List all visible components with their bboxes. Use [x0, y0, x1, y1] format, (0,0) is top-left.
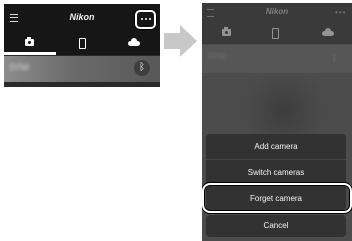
- tab-camera: [202, 22, 252, 44]
- tab-cloud[interactable]: [108, 32, 160, 55]
- bluetooth-icon: ᛒ: [332, 53, 338, 63]
- selection-highlight: [202, 183, 352, 213]
- top-bar: Nikon: [4, 4, 160, 32]
- switch-cameras-button[interactable]: Switch cameras: [206, 159, 346, 185]
- smartphone-icon: [272, 28, 279, 39]
- app-screen-before: Nikon D750 ᛒ: [4, 4, 160, 87]
- add-camera-button[interactable]: Add camera: [206, 134, 346, 159]
- hamburger-menu-icon: [207, 9, 214, 17]
- arrow-right-icon: [164, 25, 197, 57]
- dot-icon: [149, 18, 151, 20]
- app-logo: Nikon: [265, 7, 289, 16]
- camera-name: D750: [208, 52, 228, 61]
- hamburger-menu-icon[interactable]: [10, 14, 18, 22]
- tab-smartphone: [252, 22, 302, 44]
- tab-bar: [4, 32, 160, 55]
- camera-name: D750: [10, 63, 30, 72]
- app-screen-after: Nikon ••• D750 ᛒ Add camera Switch camer…: [202, 3, 352, 241]
- bluetooth-icon[interactable]: ᛒ: [134, 60, 150, 76]
- camera-icon: [25, 37, 34, 46]
- app-logo: Nikon: [69, 12, 95, 22]
- cancel-button[interactable]: Cancel: [206, 215, 346, 237]
- tab-camera[interactable]: [4, 32, 56, 55]
- more-options-button[interactable]: [135, 10, 156, 29]
- tab-cloud: [302, 22, 352, 44]
- paired-camera-row[interactable]: D750 ᛒ: [4, 56, 160, 82]
- camera-icon: [222, 27, 231, 36]
- top-bar-dimmed: Nikon •••: [202, 3, 352, 22]
- paired-camera-row-dimmed: D750 ᛒ: [202, 45, 352, 73]
- tab-smartphone[interactable]: [56, 32, 108, 55]
- more-options-icon: •••: [335, 8, 347, 17]
- tab-bar-dimmed: [202, 22, 352, 44]
- cloud-icon: [128, 38, 140, 46]
- cancel-sheet: Cancel: [206, 215, 346, 237]
- dot-icon: [145, 18, 147, 20]
- smartphone-icon: [79, 38, 86, 49]
- dot-icon: [141, 18, 143, 20]
- cloud-icon: [322, 28, 334, 36]
